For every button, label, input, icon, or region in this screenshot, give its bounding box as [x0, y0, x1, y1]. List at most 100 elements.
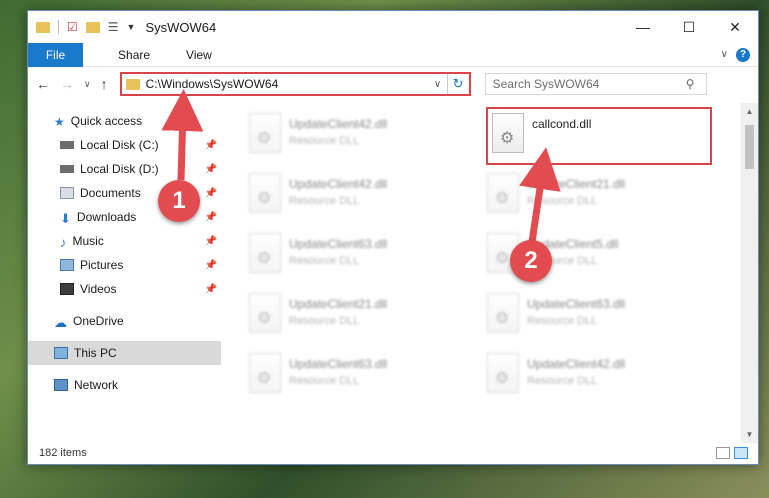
file-type: Resource DLL [289, 135, 360, 147]
file-name: UpdateClient21.dll [289, 297, 388, 311]
sidebar-item-pictures[interactable]: Pictures 📌 [28, 253, 221, 277]
documents-icon [60, 187, 74, 199]
vertical-scrollbar[interactable]: ▲ ▼ [741, 103, 758, 443]
file-item[interactable]: UpdateClient63.dll Resource DLL [249, 233, 459, 283]
file-name: UpdateClient42.dll [289, 177, 388, 191]
forward-icon[interactable]: → [60, 76, 74, 92]
properties-icon[interactable]: ☑ [67, 20, 78, 34]
pin-icon[interactable]: 📌 [205, 236, 217, 247]
scroll-up-icon[interactable]: ▲ [741, 107, 758, 116]
content-area: ★ Quick access Local Disk (C:) 📌 Local D… [28, 103, 758, 443]
file-item-callcond[interactable]: callcond.dll [486, 107, 712, 165]
window-title: SysWOW64 [145, 19, 217, 35]
file-item[interactable]: UpdateClient63.dll Resource DLL [249, 353, 459, 403]
address-path[interactable]: C:\Windows\SysWOW64 [146, 77, 429, 91]
address-row: ← → ∨ ↑ C:\Windows\SysWOW64 ∨ ↻ Search S… [28, 67, 758, 101]
explorer-window: ☑ ☰ ▼ SysWOW64 — ☐ ✕ File Home Share Vie… [27, 10, 759, 465]
details-view-icon[interactable] [716, 447, 730, 459]
search-icon[interactable]: ⚲ [686, 77, 706, 91]
tab-share[interactable]: Share [96, 48, 164, 62]
sidebar-item-local-disk-d[interactable]: Local Disk (D:) 📌 [28, 157, 221, 181]
item-count: 182 items [39, 447, 87, 459]
expand-ribbon-icon[interactable]: ∨ [721, 49, 728, 60]
dll-file-icon [487, 173, 519, 213]
file-type: Resource DLL [527, 375, 598, 387]
dll-file-icon [249, 293, 281, 333]
download-icon: ⬇ [60, 211, 71, 226]
new-folder-icon[interactable] [85, 21, 100, 33]
ribbon-right: ∨ ? [721, 47, 758, 62]
videos-icon [60, 283, 74, 295]
close-button[interactable]: ✕ [712, 11, 758, 43]
sidebar-item-music[interactable]: ♪ Music 📌 [28, 229, 221, 253]
scroll-thumb[interactable] [745, 125, 754, 169]
file-type: Resource DLL [527, 195, 598, 207]
refresh-icon[interactable]: ↻ [446, 74, 469, 94]
sidebar-item-label: OneDrive [73, 314, 124, 328]
pin-icon[interactable]: 📌 [205, 140, 217, 151]
file-type: Resource DLL [527, 315, 598, 327]
file-type: Resource DLL [289, 375, 360, 387]
back-icon[interactable]: ← [36, 76, 50, 92]
file-name: UpdateClient42.dll [289, 117, 388, 131]
ribbon-tabs: File Home Share View ∨ ? [28, 42, 758, 67]
drive-icon [60, 141, 74, 149]
pin-icon[interactable]: 📌 [205, 164, 217, 175]
help-icon[interactable]: ? [736, 47, 750, 62]
file-item[interactable]: UpdateClient42.dll Resource DLL [249, 113, 459, 163]
file-item[interactable]: UpdateClient21.dll Resource DLL [249, 293, 459, 343]
customize-icon[interactable]: ☰ [108, 20, 119, 34]
star-icon: ★ [54, 115, 65, 129]
file-name: UpdateClient21.dll [527, 177, 626, 191]
file-name: UpdateClient63.dll [527, 297, 626, 311]
search-placeholder: Search SysWOW64 [492, 77, 600, 91]
pin-icon[interactable]: 📌 [205, 188, 217, 199]
file-type: Resource DLL [289, 195, 360, 207]
computer-icon [54, 347, 68, 359]
large-icons-view-icon[interactable] [734, 447, 748, 459]
file-name: callcond.dll [532, 117, 592, 131]
sidebar-item-label: Downloads [76, 210, 137, 224]
sidebar-item-onedrive[interactable]: ☁ OneDrive [28, 309, 221, 333]
chevron-down-icon[interactable]: ▼ [127, 22, 136, 32]
address-bar[interactable]: C:\Windows\SysWOW64 ∨ ↻ [119, 72, 471, 96]
file-item[interactable]: UpdateClient63.dll Resource DLL [487, 293, 697, 343]
minimize-button[interactable]: — [620, 11, 666, 43]
file-list: UpdateClient42.dll Resource DLL callcond.… [221, 103, 758, 443]
sidebar-item-videos[interactable]: Videos 📌 [28, 277, 221, 301]
sidebar-item-label: Videos [80, 282, 117, 296]
chevron-down-icon[interactable]: ∨ [429, 79, 447, 90]
drive-icon [60, 165, 74, 173]
navigation-pane: ★ Quick access Local Disk (C:) 📌 Local D… [28, 103, 221, 443]
dll-file-icon [249, 233, 281, 273]
sidebar-item-quick-access[interactable]: ★ Quick access [28, 109, 221, 133]
dll-file-icon [492, 113, 524, 153]
sidebar-item-label: Quick access [70, 114, 143, 128]
sidebar-item-network[interactable]: Network [28, 373, 221, 397]
pin-icon[interactable]: 📌 [205, 284, 217, 295]
pin-icon[interactable]: 📌 [205, 212, 217, 223]
sidebar-item-local-disk-c[interactable]: Local Disk (C:) 📌 [28, 133, 221, 157]
scroll-down-icon[interactable]: ▼ [741, 430, 758, 439]
tab-file[interactable]: File [28, 42, 83, 67]
dll-file-icon [249, 173, 281, 213]
search-input[interactable]: Search SysWOW64 ⚲ [484, 73, 707, 95]
sidebar-item-this-pc[interactable]: This PC [28, 341, 221, 365]
dll-file-icon [249, 353, 281, 393]
network-icon [54, 379, 68, 391]
file-type: Resource DLL [289, 315, 360, 327]
quick-access-toolbar: ☑ ☰ ▼ [28, 20, 135, 34]
file-item[interactable]: UpdateClient42.dll Resource DLL [487, 353, 697, 403]
file-item[interactable]: UpdateClient21.dll Resource DLL [487, 173, 697, 223]
tab-view[interactable]: View [164, 48, 226, 62]
maximize-button[interactable]: ☐ [666, 11, 712, 43]
step-1-badge: 1 [158, 180, 200, 222]
separator [58, 20, 59, 34]
view-buttons [716, 447, 758, 459]
navigation-buttons: ← → ∨ ↑ [36, 76, 108, 92]
file-item[interactable]: UpdateClient42.dll Resource DLL [249, 173, 459, 223]
recent-locations-icon[interactable]: ∨ [84, 79, 91, 90]
file-type: Resource DLL [289, 255, 360, 267]
up-icon[interactable]: ↑ [101, 76, 108, 92]
pin-icon[interactable]: 📌 [205, 260, 217, 271]
